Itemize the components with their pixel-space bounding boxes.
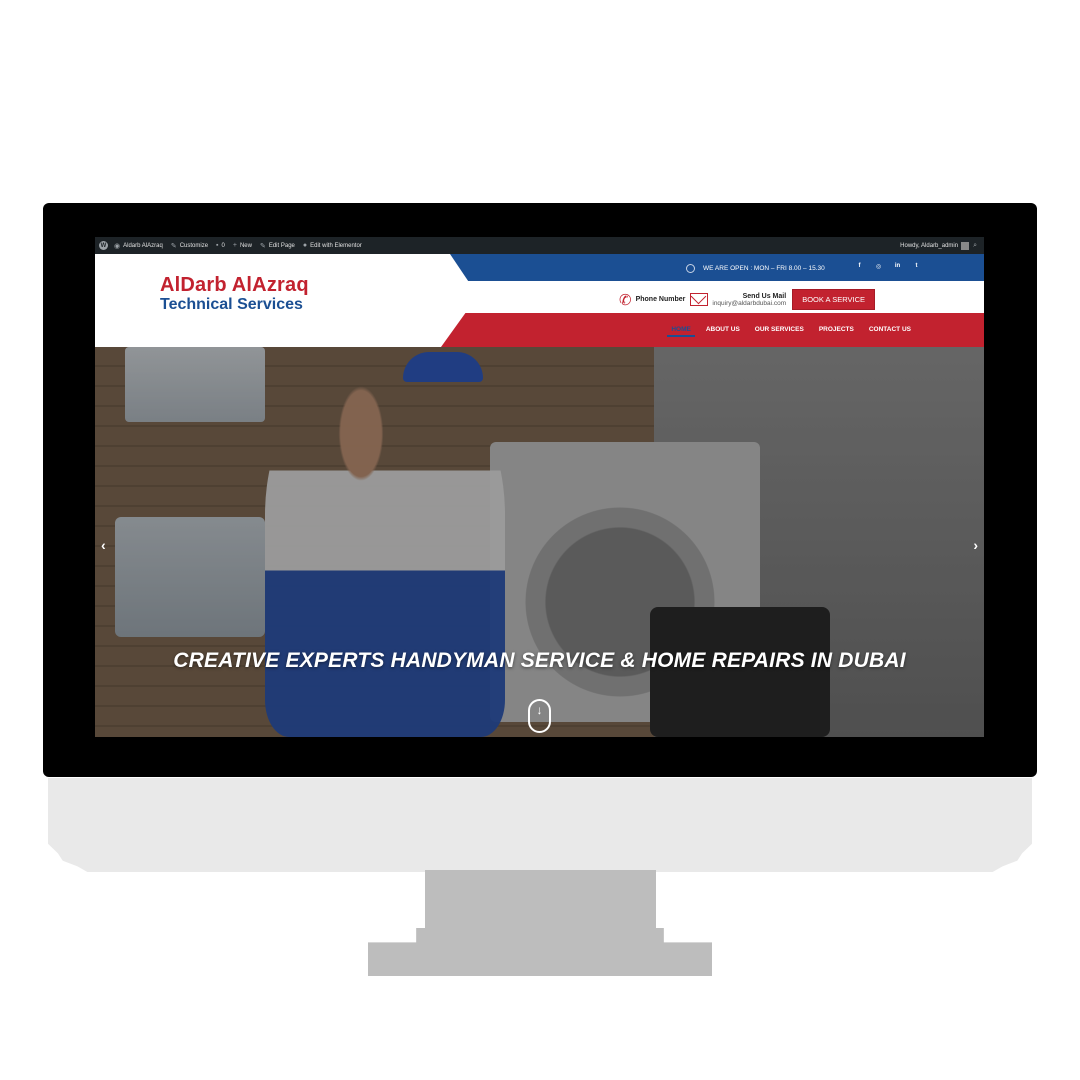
header-contact: ✆ Phone Number Send Us Mail inquiry@alda…	[619, 289, 875, 310]
header-topbar: WE ARE OPEN : MON – FRI 8.00 – 15.30 f ◎…	[450, 254, 984, 281]
logo-line2: Technical Services	[160, 296, 303, 313]
mail-icon	[690, 293, 709, 306]
screen: W ◉ Aldarb AlAzraq ✎ Customize ▪ 0 + New…	[95, 237, 984, 737]
adminbar-edit-page-label: Edit Page	[268, 242, 295, 249]
social-links: f ◎ in t	[856, 263, 920, 270]
site-logo[interactable]: AlDarb AlAzraq Technical Services	[160, 275, 309, 313]
adminbar-elementor-label: Edit with Elementor	[310, 242, 362, 249]
monitor-chin	[48, 778, 1032, 872]
mail-block[interactable]: Send Us Mail inquiry@aldarbdubai.com	[712, 293, 786, 307]
comment-icon: ▪	[216, 242, 219, 249]
adminbar-edit-page[interactable]: ✎ Edit Page	[260, 242, 295, 250]
adminbar-new[interactable]: + New	[233, 242, 252, 249]
wordpress-icon[interactable]: W	[99, 241, 108, 250]
slider-next-icon[interactable]: ›	[973, 537, 978, 553]
plus-icon: +	[232, 242, 237, 249]
clock-icon	[686, 264, 695, 273]
hero-slider: ‹ › CREATIVE EXPERTS HANDYMAN SERVICE & …	[95, 347, 984, 737]
adminbar-comments[interactable]: ▪ 0	[216, 242, 225, 249]
opening-hours: WE ARE OPEN : MON – FRI 8.00 – 15.30	[686, 264, 825, 273]
pencil-icon: ✎	[259, 242, 266, 250]
nav-item-contact[interactable]: CONTACT US	[869, 326, 911, 333]
logo-line1: AlDarb AlAzraq	[160, 274, 309, 296]
phone-label[interactable]: Phone Number	[636, 296, 686, 303]
hero-overlay	[95, 347, 984, 737]
adminbar-edit-elementor[interactable]: ● Edit with Elementor	[303, 242, 362, 249]
dashboard-icon: ◉	[114, 242, 121, 250]
adminbar-customize[interactable]: ✎ Customize	[171, 242, 208, 250]
phone-icon: ✆	[619, 291, 632, 309]
monitor-stand-base	[368, 928, 712, 976]
scroll-down-button[interactable]: ↓	[528, 699, 551, 733]
avatar[interactable]	[961, 241, 970, 250]
brush-icon: ✎	[170, 242, 177, 250]
nav-item-home[interactable]: HOME	[667, 326, 695, 337]
wp-admin-bar: W ◉ Aldarb AlAzraq ✎ Customize ▪ 0 + New…	[95, 237, 984, 254]
elementor-icon: ●	[302, 242, 308, 249]
mail-label: Send Us Mail	[742, 292, 787, 300]
adminbar-howdy[interactable]: Howdy, Aldarb_admin	[900, 243, 958, 249]
nav-item-projects[interactable]: PROJECTS	[819, 326, 854, 333]
arrow-down-icon: ↓	[536, 703, 543, 717]
adminbar-comments-count: 0	[221, 242, 225, 249]
adminbar-customize-label: Customize	[179, 242, 209, 249]
adminbar-new-label: New	[239, 242, 252, 249]
adminbar-site-name[interactable]: ◉ Aldarb AlAzraq	[114, 242, 163, 250]
nav-item-services[interactable]: OUR SERVICES	[755, 326, 804, 333]
main-navbar: HOME ABOUT US OUR SERVICES PROJECTS CONT…	[441, 313, 984, 347]
instagram-icon[interactable]: ◎	[875, 263, 882, 270]
opening-hours-text: WE ARE OPEN : MON – FRI 8.00 – 15.30	[703, 265, 825, 272]
adminbar-site-label: Aldarb AlAzraq	[123, 242, 163, 249]
book-service-button[interactable]: BOOK A SERVICE	[792, 289, 875, 310]
site-header: WE ARE OPEN : MON – FRI 8.00 – 15.30 f ◎…	[95, 254, 984, 347]
nav-item-about[interactable]: ABOUT US	[706, 326, 740, 333]
facebook-icon[interactable]: f	[856, 263, 863, 270]
linkedin-icon[interactable]: in	[894, 263, 901, 270]
mail-address[interactable]: inquiry@aldarbdubai.com	[712, 300, 786, 307]
monitor-stand-neck	[425, 870, 656, 932]
search-icon[interactable]: ⌕	[973, 242, 977, 250]
main-nav: HOME ABOUT US OUR SERVICES PROJECTS CONT…	[656, 326, 911, 337]
slider-prev-icon[interactable]: ‹	[101, 537, 106, 553]
hero-title: CREATIVE EXPERTS HANDYMAN SERVICE & HOME…	[173, 649, 906, 672]
twitter-icon[interactable]: t	[913, 263, 920, 270]
